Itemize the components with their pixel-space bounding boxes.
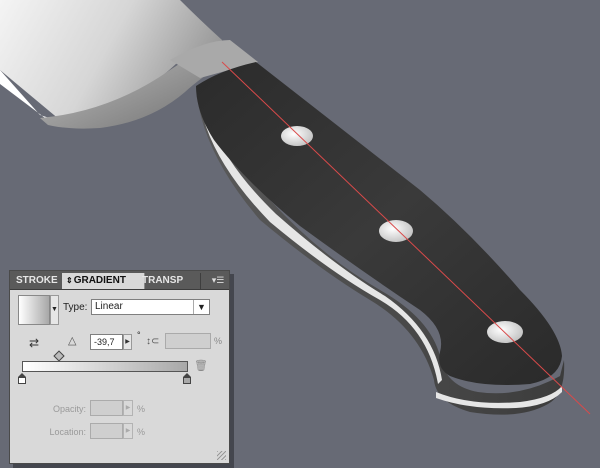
aspect-ratio-unit: % xyxy=(214,336,223,346)
rivet-middle xyxy=(379,220,413,242)
swatch-dropdown-icon[interactable]: ▼ xyxy=(50,295,59,325)
gradient-midpoint-handle[interactable] xyxy=(53,350,65,362)
chevron-down-icon[interactable]: ▼ xyxy=(193,300,209,314)
gradient-panel: STROKE ⇕GRADIENT TRANSP ▾☰ ▼ Type: Linea… xyxy=(9,270,230,464)
opacity-stepper-icon[interactable]: ▶ xyxy=(123,400,133,416)
location-stepper-icon[interactable]: ▶ xyxy=(123,423,133,439)
rivet-top xyxy=(281,126,313,146)
gradient-stop-end[interactable] xyxy=(183,373,191,384)
tab-gradient-label: GRADIENT xyxy=(73,275,126,286)
gradient-slider[interactable] xyxy=(22,361,188,372)
gradient-guide-line xyxy=(221,61,591,415)
type-label: Type: xyxy=(63,302,88,313)
opacity-input[interactable] xyxy=(90,400,123,416)
type-select[interactable]: Linear ▼ xyxy=(91,299,210,315)
gradient-stop-start[interactable] xyxy=(18,373,26,384)
tab-gradient[interactable]: ⇕GRADIENT xyxy=(62,273,145,289)
angle-input[interactable]: -39,7 xyxy=(90,334,123,350)
aspect-ratio-icon: ↕⊂ xyxy=(146,336,160,347)
angle-stepper-icon[interactable]: ▶ xyxy=(123,334,132,350)
tab-transparency[interactable]: TRANSP xyxy=(138,273,201,289)
location-unit: % xyxy=(137,427,146,437)
aspect-ratio-input[interactable] xyxy=(165,333,211,349)
rivet-bottom xyxy=(487,321,523,343)
tab-sort-icon: ⇕ xyxy=(66,276,73,285)
panel-tab-bar: STROKE ⇕GRADIENT TRANSP ▾☰ xyxy=(10,271,229,290)
reverse-gradient-icon[interactable]: ⇄ xyxy=(26,335,42,351)
degree-symbol: ° xyxy=(137,330,141,340)
panel-menu-icon[interactable]: ▾☰ xyxy=(210,274,226,286)
location-label: Location: xyxy=(49,427,86,437)
type-select-value: Linear xyxy=(95,301,123,312)
gradient-swatch[interactable] xyxy=(18,295,50,325)
angle-icon: △ xyxy=(68,335,77,347)
delete-stop-icon[interactable]: 🗑 xyxy=(194,360,208,373)
tab-stroke[interactable]: STROKE xyxy=(12,273,65,289)
location-input[interactable] xyxy=(90,423,123,439)
opacity-label: Opacity: xyxy=(52,404,86,414)
resize-grip-icon[interactable] xyxy=(217,451,226,460)
opacity-unit: % xyxy=(137,404,146,414)
